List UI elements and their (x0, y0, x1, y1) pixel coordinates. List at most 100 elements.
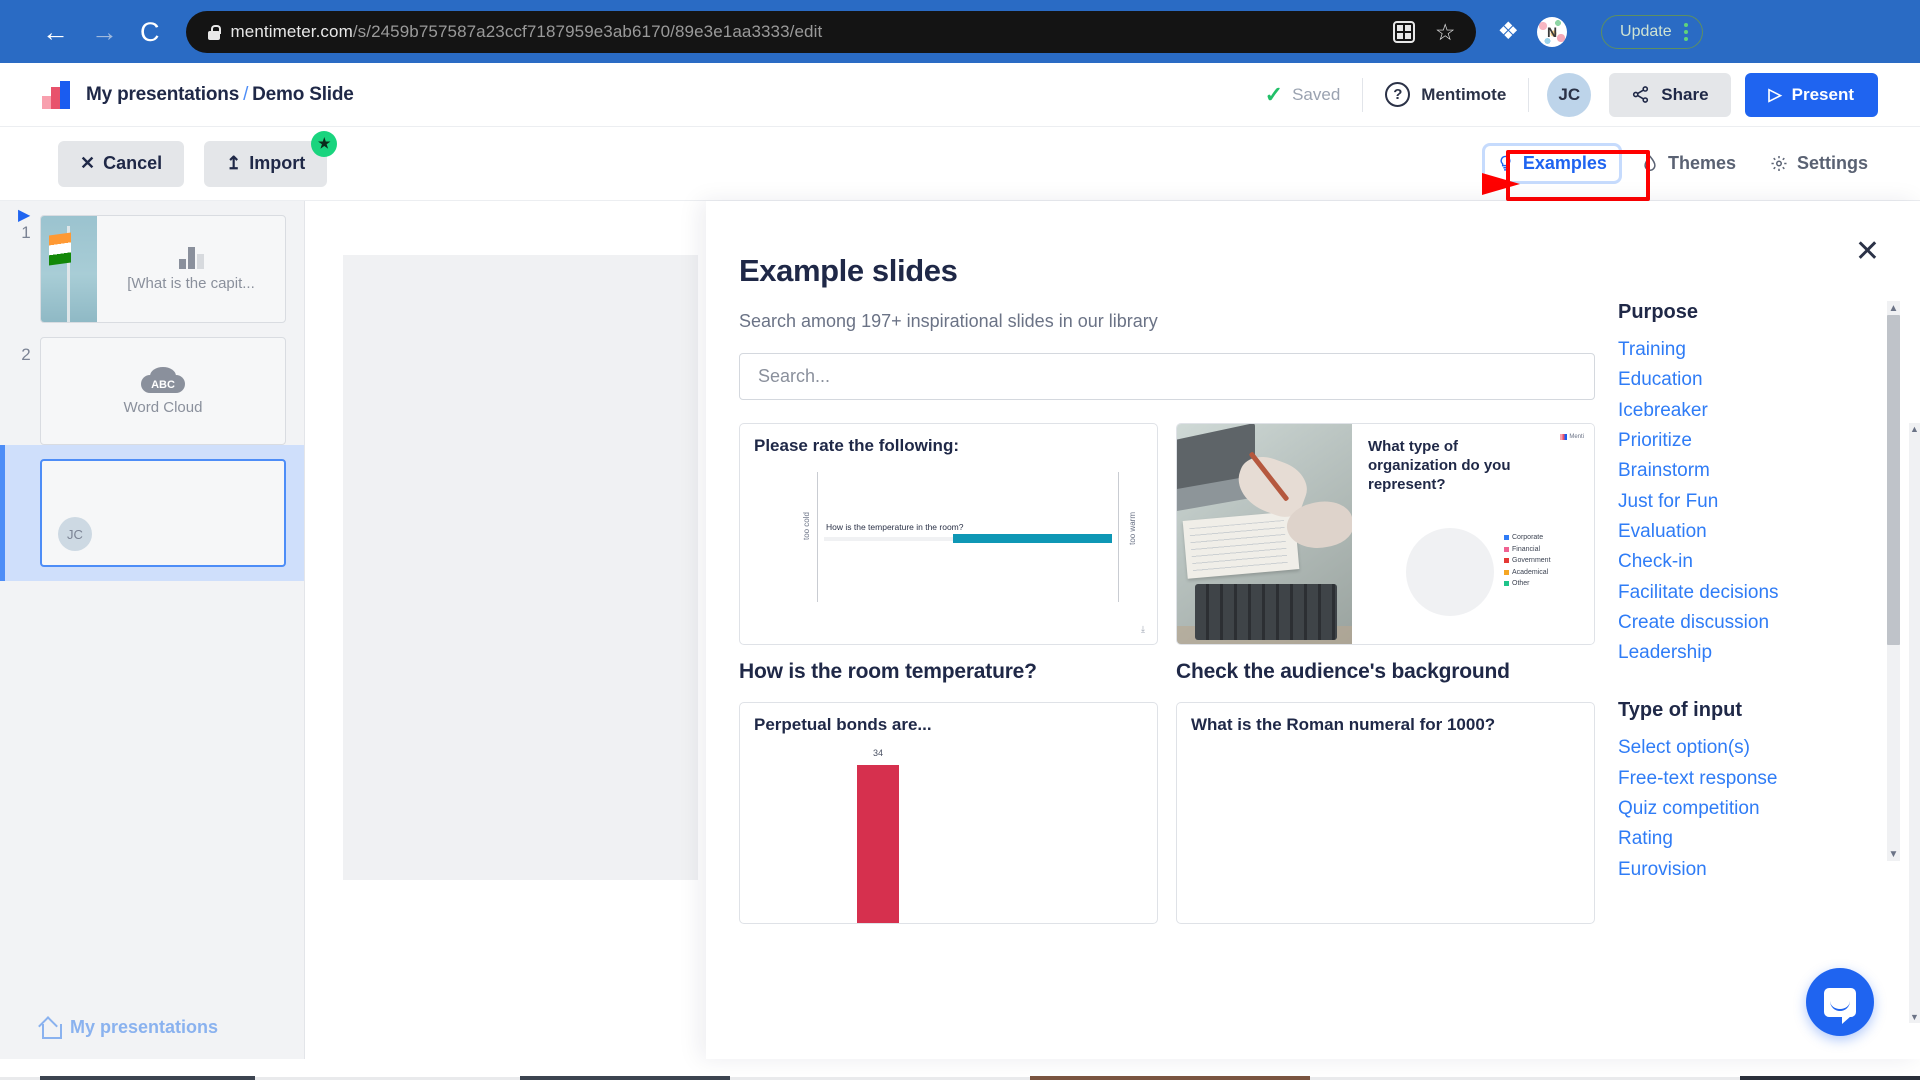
download-icon[interactable]: ⤓ (1141, 624, 1145, 635)
slide-label: Word Cloud (123, 398, 203, 416)
slide-thumbnail-1[interactable]: ▶ 1 [What is the capit... (0, 201, 304, 323)
slide-number-label: 2 (21, 345, 31, 364)
help-icon[interactable]: ? (1385, 82, 1411, 107)
kebab-menu-icon[interactable] (1683, 23, 1688, 41)
breadcrumb-current[interactable]: Demo Slide (252, 84, 354, 105)
bookmark-star-icon[interactable]: ☆ (1435, 20, 1456, 44)
filter-purpose-create-discussion[interactable]: Create discussion (1618, 611, 1878, 635)
slide-number-label: 1 (21, 223, 31, 242)
example-card[interactable]: What type of organization do you represe… (1176, 423, 1595, 684)
slide-number: 2 (12, 337, 40, 365)
filter-purpose-brainstorm[interactable]: Brainstorm (1618, 459, 1878, 483)
filter-input-quiz-competition[interactable]: Quiz competition (1618, 797, 1878, 821)
mentimote-button[interactable]: ? Mentimote (1363, 82, 1528, 107)
scale-axis-left (817, 472, 818, 602)
filter-input-rating[interactable]: Rating (1618, 827, 1878, 851)
forward-icon[interactable]: → (91, 18, 118, 46)
my-presentations-link[interactable]: My presentations (0, 995, 305, 1059)
slide-title: Perpetual bonds are... (754, 715, 932, 734)
import-label: Import (249, 153, 306, 173)
card-preview[interactable]: Perpetual bonds are... 34 (739, 702, 1158, 924)
filter-input-free-text[interactable]: Free-text response (1618, 767, 1878, 791)
chat-bubble-icon (1824, 987, 1856, 1024)
card-preview[interactable]: What type of organization do you represe… (1176, 423, 1595, 645)
scroll-down-icon[interactable]: ▼ (1909, 1011, 1920, 1023)
share-button[interactable]: Share (1609, 72, 1731, 117)
breadcrumb-root[interactable]: My presentations (86, 84, 239, 105)
share-label: Share (1661, 84, 1709, 104)
filter-input-eurovision[interactable]: Eurovision (1618, 858, 1878, 882)
user-avatar[interactable]: JC (1547, 72, 1592, 117)
card-preview[interactable]: Please rate the following: too cold too … (739, 423, 1158, 645)
themes-tab[interactable]: Themes (1629, 146, 1748, 181)
filter-purpose-evaluation[interactable]: Evaluation (1618, 520, 1878, 544)
example-slides-modal: ✕ Example slides Search among 197+ inspi… (706, 201, 1920, 1059)
menti-watermark: Menti (1560, 434, 1584, 440)
back-icon[interactable]: ← (42, 18, 69, 46)
filter-purpose-prioritize[interactable]: Prioritize (1618, 429, 1878, 453)
cancel-label: Cancel (103, 153, 163, 173)
question-text: How is the temperature in the room? (826, 522, 964, 532)
filter-input-select-options[interactable]: Select option(s) (1618, 736, 1878, 760)
browser-window: ← → C mentimeter.com/s/2459b757587a23ccf… (0, 0, 1920, 1080)
settings-tab[interactable]: Settings (1758, 146, 1880, 181)
extensions-puzzle-icon[interactable]: ❖ (1498, 20, 1520, 44)
card-preview[interactable]: What is the Roman numeral for 1000? (1176, 702, 1595, 924)
lightbulb-icon (1500, 155, 1511, 171)
profile-avatar[interactable]: N (1537, 17, 1568, 47)
examples-label: Examples (1522, 153, 1607, 173)
browser-nav-buttons: ← → C (42, 18, 160, 46)
cards-scrollbar[interactable]: ▲ ▼ (1909, 423, 1920, 1023)
slide-preview[interactable]: ABC Word Cloud (40, 337, 286, 445)
scroll-up-icon[interactable]: ▲ (1887, 301, 1900, 315)
filter-purpose-icebreaker[interactable]: Icebreaker (1618, 399, 1878, 423)
examples-tab[interactable]: Examples (1484, 146, 1619, 181)
split-screen-icon[interactable] (1392, 21, 1415, 43)
scale-axis-right (1118, 472, 1119, 602)
filters-panel: Purpose Training Education Icebreaker Pr… (1618, 301, 1900, 991)
selected-slide-indicator (0, 445, 5, 581)
slide-title: Please rate the following: (754, 436, 959, 455)
bar-value-label: 34 (872, 748, 883, 758)
slide-preview[interactable]: JC (40, 459, 286, 567)
filter-purpose-check-in[interactable]: Check-in (1618, 550, 1878, 574)
play-icon: ▷ (1768, 84, 1782, 104)
search-input[interactable] (758, 366, 1576, 387)
filter-purpose-education[interactable]: Education (1618, 368, 1878, 392)
purpose-heading: Purpose (1618, 301, 1699, 323)
filter-purpose-facilitate-decisions[interactable]: Facilitate decisions (1618, 581, 1878, 605)
mentimeter-logo[interactable] (42, 80, 72, 109)
taskbar-segment (40, 1076, 255, 1080)
filter-purpose-just-for-fun[interactable]: Just for Fun (1618, 490, 1878, 514)
scroll-down-icon[interactable]: ▼ (1887, 847, 1900, 861)
close-icon[interactable]: ✕ (1855, 237, 1880, 267)
filter-purpose-leadership[interactable]: Leadership (1618, 641, 1878, 665)
slide-canvas[interactable] (343, 255, 698, 880)
import-button[interactable]: ↥ Import ★ (204, 130, 338, 187)
address-bar[interactable]: mentimeter.com/s/2459b757587a23ccf718795… (185, 11, 1476, 53)
example-card[interactable]: What is the Roman numeral for 1000? (1176, 702, 1595, 924)
slide-title: What is the Roman numeral for 1000? (1191, 715, 1496, 734)
bar (857, 765, 899, 923)
legend-item: Other (1504, 578, 1551, 590)
slide-thumbnail-3[interactable]: JC (0, 445, 304, 581)
intercom-chat-button[interactable] (1806, 968, 1874, 1036)
card-caption: Check the audience's background (1176, 660, 1510, 683)
scroll-up-icon[interactable]: ▲ (1909, 423, 1920, 435)
url-path: /s/2459b757587a23ccf7187959e3ab6170/89e3… (352, 22, 823, 41)
update-label: Update (1620, 23, 1672, 40)
update-button[interactable]: Update (1601, 15, 1703, 49)
type-of-input-heading: Type of input (1618, 699, 1743, 722)
cancel-button[interactable]: ✕ Cancel (58, 140, 185, 187)
example-card[interactable]: Please rate the following: too cold too … (739, 423, 1158, 684)
pie-legend: Corporate Financial Government Academica… (1504, 532, 1551, 590)
present-button[interactable]: ▷ Present (1744, 72, 1878, 117)
scrollbar-thumb[interactable] (1887, 315, 1900, 645)
example-card[interactable]: Perpetual bonds are... 34 (739, 702, 1158, 924)
filters-scrollbar[interactable]: ▲ ▼ (1887, 301, 1900, 861)
slide-preview[interactable]: [What is the capit... (40, 215, 286, 323)
filter-purpose-training[interactable]: Training (1618, 338, 1878, 362)
reload-icon[interactable]: C (140, 18, 160, 46)
slide-thumbnail-2[interactable]: 2 ABC Word Cloud (0, 323, 304, 445)
search-field[interactable] (739, 353, 1595, 400)
